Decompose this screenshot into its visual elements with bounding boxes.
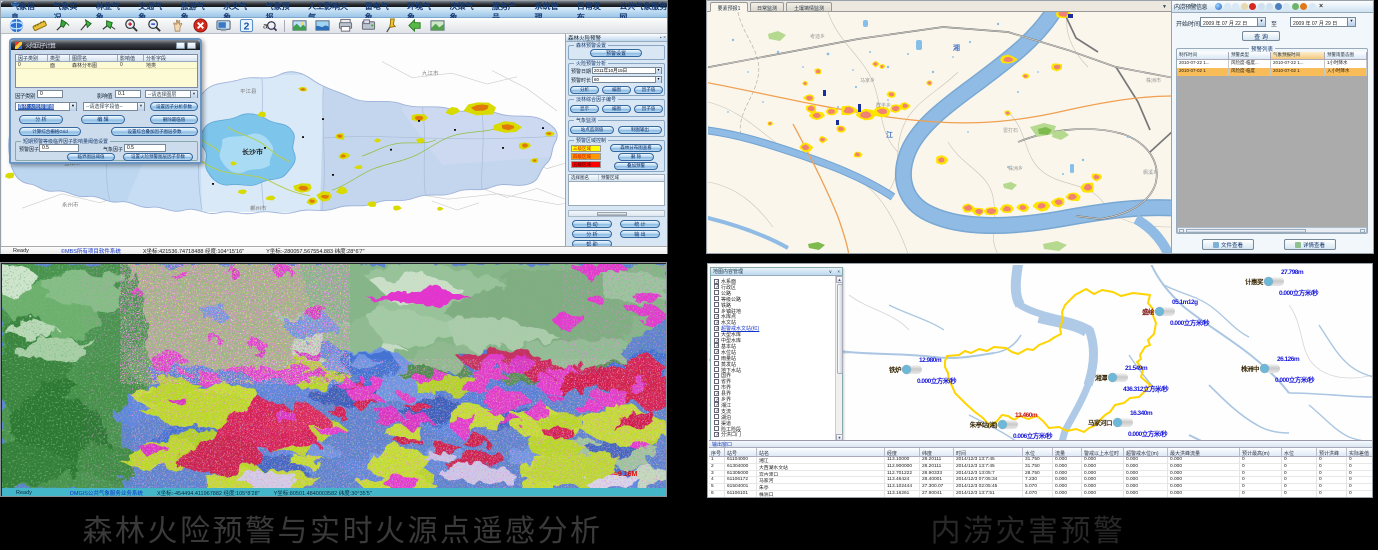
svg-text:436.312立方米/秒: 436.312立方米/秒 [1123,384,1169,393]
svg-text:马家河口: 马家河口 [1088,418,1112,427]
svg-text:枫溪乡: 枫溪乡 [1143,169,1158,176]
svg-text:21.549m: 21.549m [1125,365,1148,372]
svg-text:26.126m: 26.126m [1277,356,1300,363]
svg-text:湘: 湘 [953,43,960,52]
svg-text:0.000立方米/秒: 0.000立方米/秒 [1128,429,1168,438]
svg-text:12.980m: 12.980m [919,357,942,364]
svg-text:株洲乡: 株洲乡 [1008,165,1023,172]
svg-text:长沙市: 长沙市 [242,148,263,157]
svg-text:2: 2 [244,21,250,32]
svg-text:平江县: 平江县 [240,88,256,95]
svg-text:27.798m: 27.798m [1281,269,1304,276]
svg-text:永州市: 永州市 [62,201,78,209]
svg-text:计惠奖: 计惠奖 [1245,277,1264,286]
svg-text:九江市: 九江市 [422,69,438,77]
svg-text:盛绘: 盛绘 [1142,307,1155,316]
svg-text:0.006立方米/秒: 0.006立方米/秒 [1013,431,1053,440]
svg-text:≈9 16M: ≈9 16M [614,471,637,478]
svg-text:雷打石: 雷打石 [1003,127,1018,134]
svg-text:0.000立方米/秒: 0.000立方米/秒 [1279,288,1319,297]
svg-text:0.000立方米/秒: 0.000立方米/秒 [1170,318,1210,327]
svg-text:湘潭: 湘潭 [1095,373,1108,382]
svg-text:考迪乡: 考迪乡 [810,33,825,40]
svg-text:0.000立方米/秒: 0.000立方米/秒 [917,376,957,385]
svg-text:13.460m: 13.460m [1015,412,1038,419]
svg-text:群丰乡: 群丰乡 [876,102,891,109]
svg-text:株洲市: 株洲市 [1146,77,1161,84]
svg-text:江: 江 [886,130,893,139]
svg-text:株洲中: 株洲中 [1241,364,1259,373]
svg-text:铁炉: 铁炉 [888,365,902,374]
svg-text:05.1m12g: 05.1m12g [1172,299,1198,306]
svg-text:郴州市: 郴州市 [250,204,266,212]
svg-text:朱亭站(湘): 朱亭站(湘) [970,420,998,429]
svg-text:16.340m: 16.340m [1130,410,1153,417]
svg-text:马家乡: 马家乡 [860,77,875,84]
svg-text:0.000立方米/秒: 0.000立方米/秒 [1275,375,1315,384]
